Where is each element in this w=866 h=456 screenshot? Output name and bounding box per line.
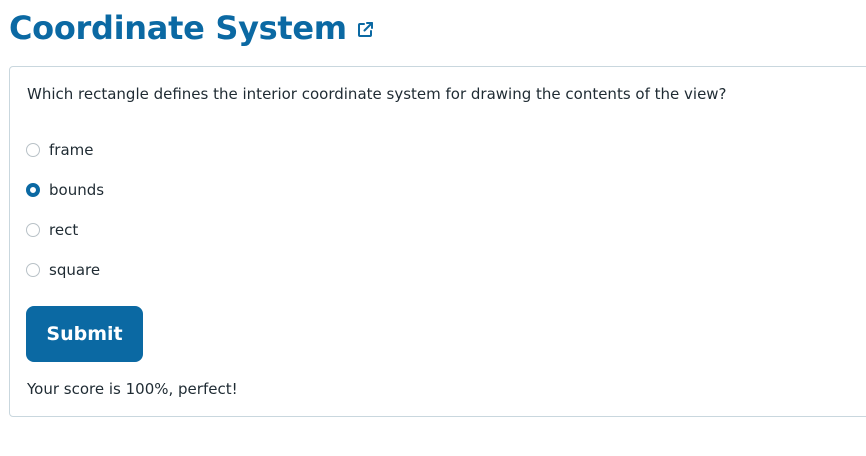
quiz-page: Coordinate System Which rectangle define… — [0, 0, 866, 456]
score-result: Your score is 100%, perfect! — [27, 380, 238, 398]
option-label: bounds — [49, 181, 105, 199]
page-title: Coordinate System — [9, 9, 347, 47]
option-label: frame — [49, 141, 94, 159]
title-row: Coordinate System — [9, 6, 375, 50]
external-link-icon[interactable] — [355, 20, 375, 40]
question-card: Which rectangle defines the interior coo… — [9, 66, 866, 417]
option-frame[interactable]: frame — [26, 139, 93, 161]
radio-button[interactable] — [26, 223, 40, 237]
option-bounds[interactable]: bounds — [26, 179, 104, 201]
radio-button[interactable] — [26, 263, 40, 277]
question-text: Which rectangle defines the interior coo… — [27, 85, 727, 103]
option-label: rect — [49, 221, 79, 239]
radio-button[interactable] — [26, 143, 40, 157]
radio-button-selected[interactable] — [26, 183, 40, 197]
option-rect[interactable]: rect — [26, 219, 78, 241]
option-label: square — [49, 261, 101, 279]
submit-button[interactable]: Submit — [26, 306, 143, 362]
option-square[interactable]: square — [26, 259, 100, 281]
